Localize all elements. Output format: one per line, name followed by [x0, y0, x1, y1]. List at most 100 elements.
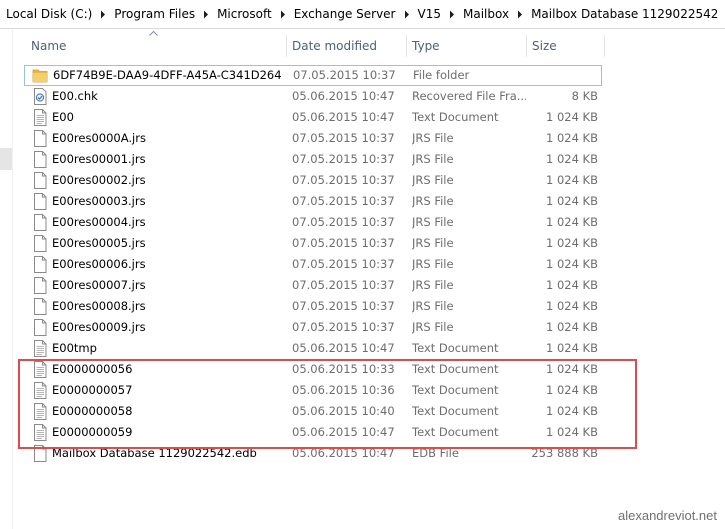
file-row[interactable]: E00tmp 05.06.2015 10:47 Text Document 1 024…: [24, 338, 602, 359]
file-size: 1 024 KB: [545, 173, 598, 187]
file-row[interactable]: E00res00003.jrs 07.05.2015 10:37 JRS File 1…: [24, 191, 602, 212]
file-date-modified: 07.05.2015 10:37: [293, 68, 396, 82]
navigation-selected-item[interactable]: [0, 148, 12, 170]
file-size: 1 024 KB: [545, 257, 598, 271]
file-row[interactable]: E00.chk 05.06.2015 10:47 Recovered File Fr…: [24, 86, 602, 107]
column-header-name[interactable]: Name: [31, 39, 66, 53]
file-icon: [32, 193, 48, 210]
chk-file-icon: [32, 88, 48, 105]
file-row[interactable]: 6DF74B9E-DAA9-4DFF-A45A-C341D2646... 07.0…: [24, 65, 602, 86]
file-size: 1 024 KB: [545, 299, 598, 313]
breadcrumb-item[interactable]: V15: [414, 7, 445, 21]
navigation-pane[interactable]: [0, 29, 13, 529]
chevron-right-icon[interactable]: [445, 10, 459, 19]
file-size: 1 024 KB: [545, 194, 598, 208]
breadcrumb[interactable]: Local Disk (C:) Program Files Microsoft Exc…: [0, 0, 725, 29]
file-type: JRS File: [412, 320, 454, 334]
file-name: E00res0000A.jrs: [52, 131, 146, 145]
breadcrumb-item[interactable]: Mailbox Database 1129022542: [527, 7, 722, 21]
file-row[interactable]: E00res00007.jrs 07.05.2015 10:37 JRS File 1…: [24, 275, 602, 296]
file-date-modified: 05.06.2015 10:47: [292, 89, 395, 103]
breadcrumb-item[interactable]: Microsoft: [213, 7, 276, 21]
file-type: Text Document: [412, 341, 499, 355]
document-icon: [32, 340, 48, 357]
file-date-modified: 07.05.2015 10:37: [292, 215, 395, 229]
breadcrumb-item[interactable]: Local Disk (C:): [2, 7, 96, 21]
file-date-modified: 05.06.2015 10:47: [292, 110, 395, 124]
file-name: E00tmp: [52, 341, 97, 355]
file-name: E00res00006.jrs: [52, 257, 146, 271]
column-header-size[interactable]: Size: [532, 39, 557, 53]
file-icon: [32, 319, 48, 336]
file-size: 1 024 KB: [545, 215, 598, 229]
chevron-right-icon[interactable]: [276, 10, 290, 19]
file-type: JRS File: [412, 215, 454, 229]
chevron-right-icon[interactable]: [199, 10, 213, 19]
file-date-modified: 07.05.2015 10:37: [292, 236, 395, 250]
file-date-modified: 07.05.2015 10:37: [292, 278, 395, 292]
file-date-modified: 07.05.2015 10:37: [292, 173, 395, 187]
breadcrumb-item[interactable]: Mailbox: [459, 7, 513, 21]
file-type: JRS File: [412, 194, 454, 208]
file-row[interactable]: E00res00006.jrs 07.05.2015 10:37 JRS File 1…: [24, 254, 602, 275]
file-row[interactable]: E00res0000A.jrs 07.05.2015 10:37 JRS File 1…: [24, 128, 602, 149]
file-name: 6DF74B9E-DAA9-4DFF-A45A-C341D2646...: [53, 68, 281, 82]
file-row[interactable]: E00res00004.jrs 07.05.2015 10:37 JRS File 1…: [24, 212, 602, 233]
sort-ascending-icon: [149, 31, 158, 36]
chevron-right-icon[interactable]: [96, 10, 110, 19]
folder-icon: [32, 67, 48, 84]
file-name: E00res00004.jrs: [52, 215, 146, 229]
column-header-type[interactable]: Type: [412, 39, 440, 53]
file-name: E00res00002.jrs: [52, 173, 146, 187]
document-icon: [32, 109, 48, 126]
file-row[interactable]: E00res00001.jrs 07.05.2015 10:37 JRS File 1…: [24, 149, 602, 170]
file-date-modified: 05.06.2015 10:47: [292, 341, 395, 355]
file-date-modified: 07.05.2015 10:37: [292, 299, 395, 313]
file-type: JRS File: [412, 278, 454, 292]
file-name: E00res00009.jrs: [52, 320, 146, 334]
file-name: E00res00008.jrs: [52, 299, 146, 313]
file-date-modified: 07.05.2015 10:37: [292, 194, 395, 208]
file-icon: [32, 277, 48, 294]
file-row[interactable]: E00res00002.jrs 07.05.2015 10:37 JRS File 1…: [24, 170, 602, 191]
file-icon: [32, 214, 48, 231]
file-date-modified: 07.05.2015 10:37: [292, 320, 395, 334]
file-icon: [32, 256, 48, 273]
file-icon: [32, 130, 48, 147]
file-row[interactable]: E00res00005.jrs 07.05.2015 10:37 JRS File 1…: [24, 233, 602, 254]
file-date-modified: 07.05.2015 10:37: [292, 257, 395, 271]
column-divider[interactable]: [604, 35, 605, 57]
file-size: 1 024 KB: [545, 236, 598, 250]
chevron-right-icon[interactable]: [513, 10, 527, 19]
file-size: 1 024 KB: [545, 278, 598, 292]
file-size: 1 024 KB: [545, 131, 598, 145]
breadcrumb-item[interactable]: Exchange Server: [290, 7, 400, 21]
chevron-right-icon[interactable]: [400, 10, 414, 19]
column-divider[interactable]: [406, 35, 407, 57]
file-name: E00res00003.jrs: [52, 194, 146, 208]
file-icon: [32, 298, 48, 315]
file-size: 1 024 KB: [545, 152, 598, 166]
file-size: 1 024 KB: [545, 110, 598, 124]
file-type: Text Document: [412, 110, 499, 124]
highlight-box: [18, 359, 637, 449]
column-divider[interactable]: [286, 35, 287, 57]
file-size: 1 024 KB: [545, 320, 598, 334]
file-type: JRS File: [412, 236, 454, 250]
file-icon: [32, 151, 48, 168]
file-type: JRS File: [412, 299, 454, 313]
file-name: E00: [52, 110, 74, 124]
file-size: 8 KB: [571, 89, 598, 103]
file-name: E00.chk: [52, 89, 98, 103]
file-row[interactable]: E00 05.06.2015 10:47 Text Document 1 024 KB: [24, 107, 602, 128]
breadcrumb-item[interactable]: Program Files: [110, 7, 199, 21]
file-type: Recovered File Fra...: [412, 89, 526, 103]
column-header-date-modified[interactable]: Date modified: [292, 39, 377, 53]
file-size: 1 024 KB: [545, 341, 598, 355]
file-row[interactable]: E00res00008.jrs 07.05.2015 10:37 JRS File 1…: [24, 296, 602, 317]
file-type: JRS File: [412, 152, 454, 166]
file-name: E00res00005.jrs: [52, 236, 146, 250]
file-icon: [32, 235, 48, 252]
column-divider[interactable]: [526, 35, 527, 57]
file-row[interactable]: E00res00009.jrs 07.05.2015 10:37 JRS File 1…: [24, 317, 602, 338]
